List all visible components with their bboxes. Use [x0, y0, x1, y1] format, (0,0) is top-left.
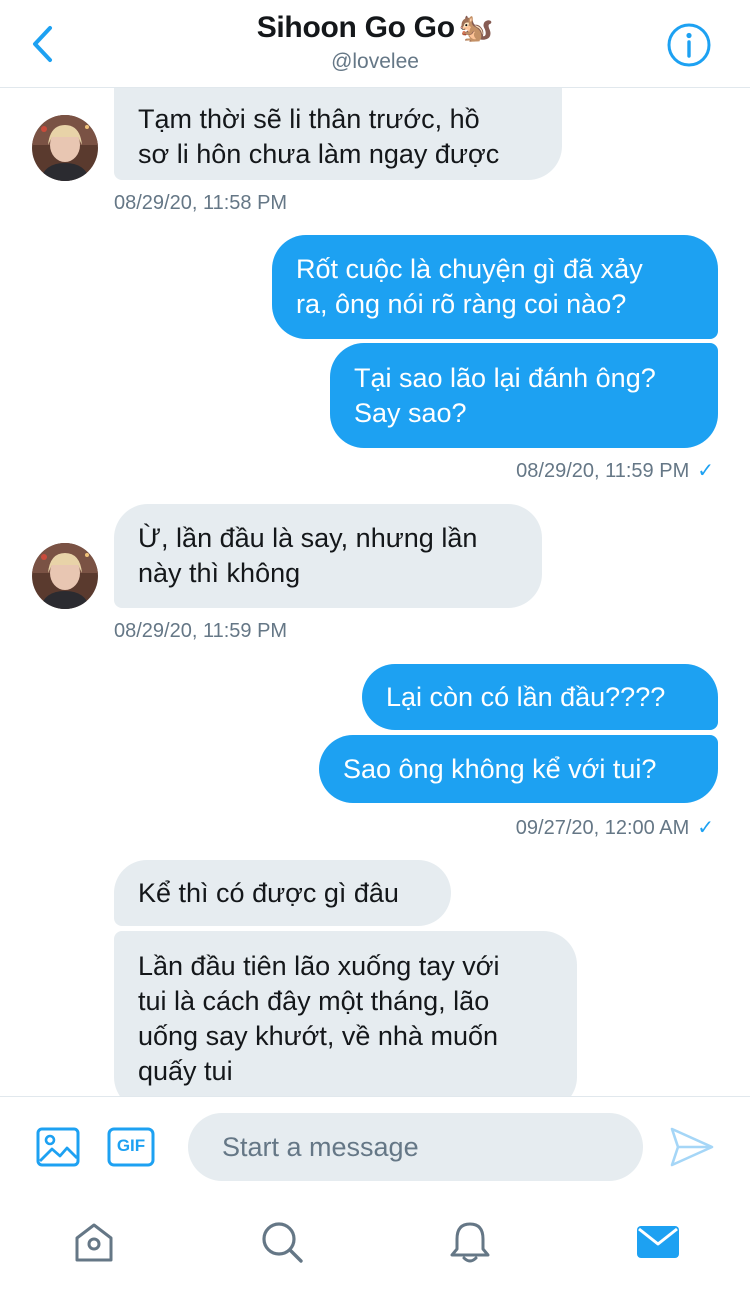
squirrel-emoji: 🐿️ [458, 12, 494, 43]
message-bubble-incoming[interactable]: Tạm thời sẽ li thân trước, hồ sơ li hôn … [114, 88, 562, 180]
message-bubble-incoming[interactable]: Ừ, lần đầu là say, nhưng lần này thì khô… [114, 504, 542, 608]
message-input[interactable] [188, 1113, 643, 1181]
bottom-tab-bar [0, 1198, 750, 1294]
message-timestamp: 08/29/20, 11:59 PM [114, 620, 288, 642]
add-photo-button[interactable] [34, 1123, 82, 1171]
message-bubble-incoming[interactable]: Lần đầu tiên lão xuống tay với tui là cá… [114, 931, 577, 1096]
contact-handle: @lovelee [331, 50, 419, 73]
send-button[interactable] [668, 1123, 716, 1171]
message-timestamp: 08/29/20, 11:58 PM [114, 192, 288, 214]
avatar[interactable] [32, 115, 98, 181]
conversation-header: Sihoon Go Go 🐿️ @lovelee [0, 0, 750, 88]
tab-messages[interactable] [634, 1218, 682, 1266]
info-icon [667, 23, 711, 67]
message-bubble-outgoing[interactable]: Lại còn có lần đầu???? [362, 664, 718, 730]
home-icon [75, 1223, 113, 1262]
message-bubble-outgoing[interactable]: Tại sao lão lại đánh ông? Say sao? [330, 343, 718, 448]
message-bubble-outgoing[interactable]: Sao ông không kể với tui? [319, 735, 718, 803]
read-check-icon: ✓ [697, 460, 714, 482]
gif-label: GIF [116, 1136, 146, 1155]
tab-search[interactable] [258, 1218, 306, 1266]
image-icon [36, 1127, 80, 1167]
tab-notifications[interactable] [446, 1218, 494, 1266]
gif-button[interactable]: GIF [107, 1123, 155, 1171]
message-bubble-incoming[interactable]: Kể thì có được gì đâu [114, 860, 451, 926]
bell-icon [450, 1222, 490, 1263]
read-check-icon: ✓ [697, 817, 714, 839]
message-thread[interactable]: Tạm thời sẽ li thân trước, hồ sơ li hôn … [0, 88, 750, 1096]
message-text: Tại sao lão lại đánh ông? Say sao? [354, 362, 656, 428]
message-text: Tạm thời sẽ li thân trước, hồ sơ li hôn … [138, 104, 500, 169]
message-text: Kể thì có được gì đâu [138, 877, 399, 908]
message-text: Ừ, lần đầu là say, nhưng lần này thì khô… [138, 523, 478, 588]
mail-icon [637, 1226, 679, 1258]
message-text: Rốt cuộc là chuyện gì đã xảy ra, ông nói… [296, 254, 643, 319]
info-button[interactable] [666, 22, 712, 68]
message-text: Sao ông không kể với tui? [343, 753, 657, 784]
contact-name: Sihoon Go Go [256, 11, 455, 44]
avatar[interactable] [32, 543, 98, 609]
message-bubble-outgoing[interactable]: Rốt cuộc là chuyện gì đã xảy ra, ông nói… [272, 235, 718, 339]
message-composer: GIF [0, 1096, 750, 1198]
conversation-title: Sihoon Go Go 🐿️ [0, 8, 750, 48]
search-icon [262, 1222, 303, 1263]
message-text: Lại còn có lần đầu???? [386, 681, 666, 712]
send-icon [670, 1127, 714, 1167]
conversation-title-block[interactable]: Sihoon Go Go 🐿️ @lovelee [0, 8, 750, 76]
message-timestamp: 08/29/20, 11:59 PM ✓ [516, 460, 714, 482]
tab-home[interactable] [70, 1218, 118, 1266]
message-timestamp: 09/27/20, 12:00 AM ✓ [515, 817, 714, 839]
message-text: Lần đầu tiên lão xuống tay với tui là cá… [138, 951, 500, 1086]
